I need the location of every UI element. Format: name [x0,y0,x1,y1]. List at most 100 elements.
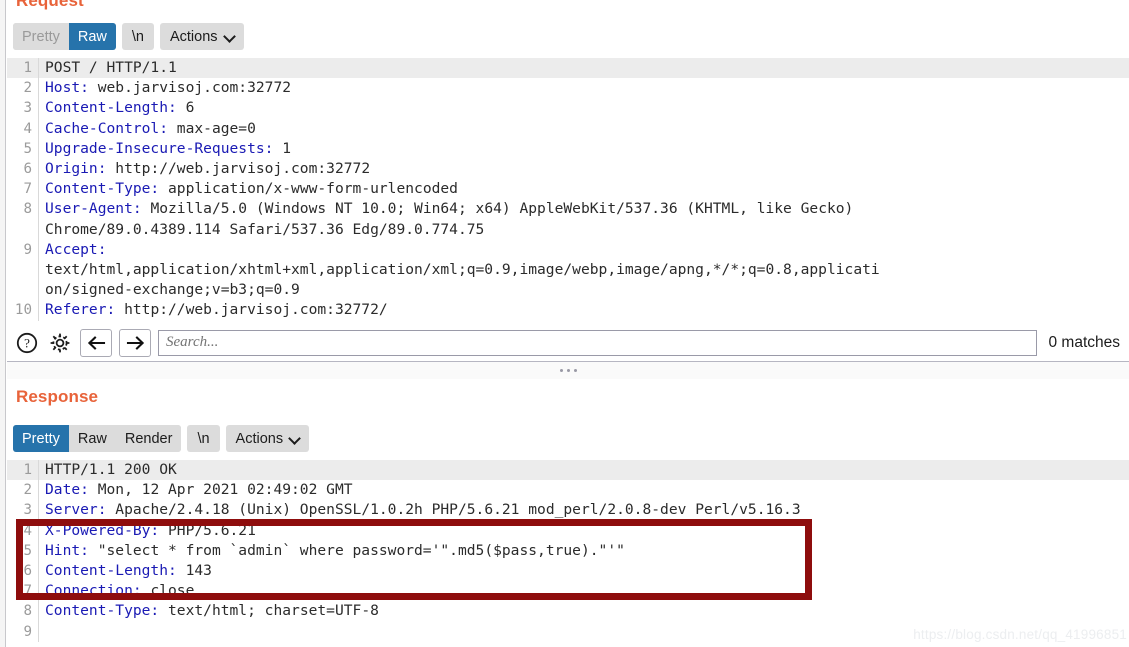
gear-icon[interactable] [47,330,73,356]
line-number: 7 [23,583,32,600]
match-count-label: 0 matches [1048,333,1120,351]
arrow-left-icon[interactable] [80,328,112,357]
request-body-pane[interactable]: 1 POST / HTTP/1.1 2 Host: web.jarvisoj.com:… [7,58,1129,325]
tab-response-render[interactable]: Render [115,425,182,452]
line-number: 8 [23,603,32,620]
line-number: 10 [14,302,32,319]
svg-text:?: ? [24,335,30,350]
find-bar: ? 0 matches [7,324,1129,361]
code-line: 3 Server: Apache/2.4.18 (Unix) OpenSSL/1.… [7,500,1129,521]
code-line: 5 Upgrade-Insecure-Requests: 1 [7,138,1129,160]
header-value: max-age=0 [168,119,256,137]
code-line: 1 POST / HTTP/1.1 [7,58,1129,79]
line-content: on/signed-exchange;v=b3;q=0.9 [38,280,1129,301]
watermark-text: https://blog.csdn.net/qq_41996851 [913,627,1127,642]
response-section-title: Response [16,387,99,406]
line-number: 6 [23,563,32,580]
code-line: 10 Referer: http://web.jarvisoj.com:32772… [7,300,1129,321]
line-content: Upgrade-Insecure-Requests: 1 [38,138,1129,160]
header-name: Cache-Control: [45,119,169,137]
request-actions-label: Actions [169,28,218,45]
header-value: 1 [273,139,292,157]
line-number: 2 [23,482,32,499]
code-line: 4 X-Powered-By: PHP/5.6.21 [7,520,1129,541]
header-name: Content-Type: [45,602,160,620]
header-value: 6 [176,99,195,117]
header-name: X-Powered-By: [45,521,160,539]
header-value: Mozilla/5.0 (Windows NT 10.0; Win64; x64… [141,200,854,218]
line-content: User-Agent: Mozilla/5.0 (Windows NT 10.0… [38,199,1129,220]
header-name: Connection: [45,582,142,600]
code-line: 6 Content-Length: 143 [7,561,1129,582]
header-value: Mon, 12 Apr 2021 02:49:02 GMT [88,481,353,499]
header-value: POST / HTTP/1.1 [45,59,177,76]
line-content: Hint: "select * from `admin` where passw… [38,540,1129,562]
code-line: 2 Date: Mon, 12 Apr 2021 02:49:02 GMT [7,480,1129,501]
header-value: http://web.jarvisoj.com:32772/ [115,301,388,319]
code-line: 6 Origin: http://web.jarvisoj.com:32772 [7,159,1129,180]
code-line: text/html,application/xhtml+xml,applicat… [7,260,1129,281]
line-number: 7 [23,181,32,198]
line-content: Date: Mon, 12 Apr 2021 02:49:02 GMT [38,480,1129,501]
line-content: Referer: http://web.jarvisoj.com:32772/ [38,300,1129,321]
response-newline-button[interactable]: \n [187,425,220,452]
line-number: 8 [23,201,32,218]
question-mark-icon[interactable]: ? [14,330,40,356]
code-line: 1 HTTP/1.1 200 OK [7,460,1129,481]
code-line: Chrome/89.0.4389.114 Safari/537.36 Edg/8… [7,219,1129,240]
line-content: text/html,application/xhtml+xml,applicat… [38,260,1129,281]
request-code-lines: 1 POST / HTTP/1.1 2 Host: web.jarvisoj.com:… [7,58,1129,321]
search-input[interactable] [158,329,1038,356]
response-code-lines: 1 HTTP/1.1 200 OK 2 Date: Mon, 12 Apr 2021 … [7,460,1129,642]
arrow-right-icon[interactable] [119,328,151,357]
request-newline-button[interactable]: \n [121,23,154,50]
header-name: Accept: [45,240,107,258]
splitter-dot [559,369,563,372]
header-value: text/html,application/xhtml+xml,applicat… [45,261,880,279]
header-value: Apache/2.4.18 (Unix) OpenSSL/1.0.2h PHP/… [106,501,801,519]
line-content: Content-Length: 143 [38,561,1129,582]
tab-response-pretty[interactable]: Pretty [13,425,69,452]
header-value: on/signed-exchange;v=b3;q=0.9 [45,281,300,299]
request-section-title: Request [16,0,84,10]
burp-repeater-window: Request Pretty Raw \n Actions 1 POST / HT… [0,0,1129,647]
response-actions-button[interactable]: Actions [225,425,310,452]
request-actions-button[interactable]: Actions [159,23,244,50]
response-body-pane[interactable]: 1 HTTP/1.1 200 OK 2 Date: Mon, 12 Apr 2021 … [7,460,1129,647]
header-name: Content-Length: [45,99,177,117]
line-content: HTTP/1.1 200 OK [38,460,1129,481]
tab-request-pretty[interactable]: Pretty [13,23,69,50]
left-rail [0,0,6,647]
line-content: POST / HTTP/1.1 [38,58,1129,79]
line-number: 2 [23,80,32,97]
request-view-tabs: Pretty Raw [13,23,116,50]
request-toolbar: Pretty Raw \n Actions [13,23,244,50]
line-number: 5 [23,140,32,157]
code-line: 2 Host: web.jarvisoj.com:32772 [7,78,1129,99]
line-number: 3 [23,100,32,117]
line-number: 1 [23,60,32,76]
header-value: PHP/5.6.21 [159,521,256,539]
code-line: 9 Accept: [7,239,1129,261]
header-value: web.jarvisoj.com:32772 [88,79,292,97]
header-name: Date: [45,481,89,499]
tab-request-raw[interactable]: Raw [68,23,116,50]
splitter-dot [573,369,577,372]
panel-splitter[interactable] [7,361,1129,379]
header-name: User-Agent: [45,200,142,218]
tab-response-raw[interactable]: Raw [68,425,116,452]
header-value: http://web.jarvisoj.com:32772 [106,160,371,178]
code-line: 5 Hint: "select * from `admin` where pass… [7,540,1129,562]
header-value: HTTP/1.1 200 OK [45,461,177,478]
code-line: 3 Content-Length: 6 [7,98,1129,119]
code-line: on/signed-exchange;v=b3;q=0.9 [7,280,1129,301]
line-number: 1 [23,462,32,478]
header-name: Upgrade-Insecure-Requests: [45,139,274,157]
line-number: 3 [23,502,32,519]
line-number: 9 [23,241,32,258]
line-number: 5 [23,542,32,559]
code-line: 4 Cache-Control: max-age=0 [7,118,1129,139]
line-content: Accept: [38,239,1129,261]
header-name: Host: [45,79,89,97]
header-name: Content-Length: [45,562,177,580]
